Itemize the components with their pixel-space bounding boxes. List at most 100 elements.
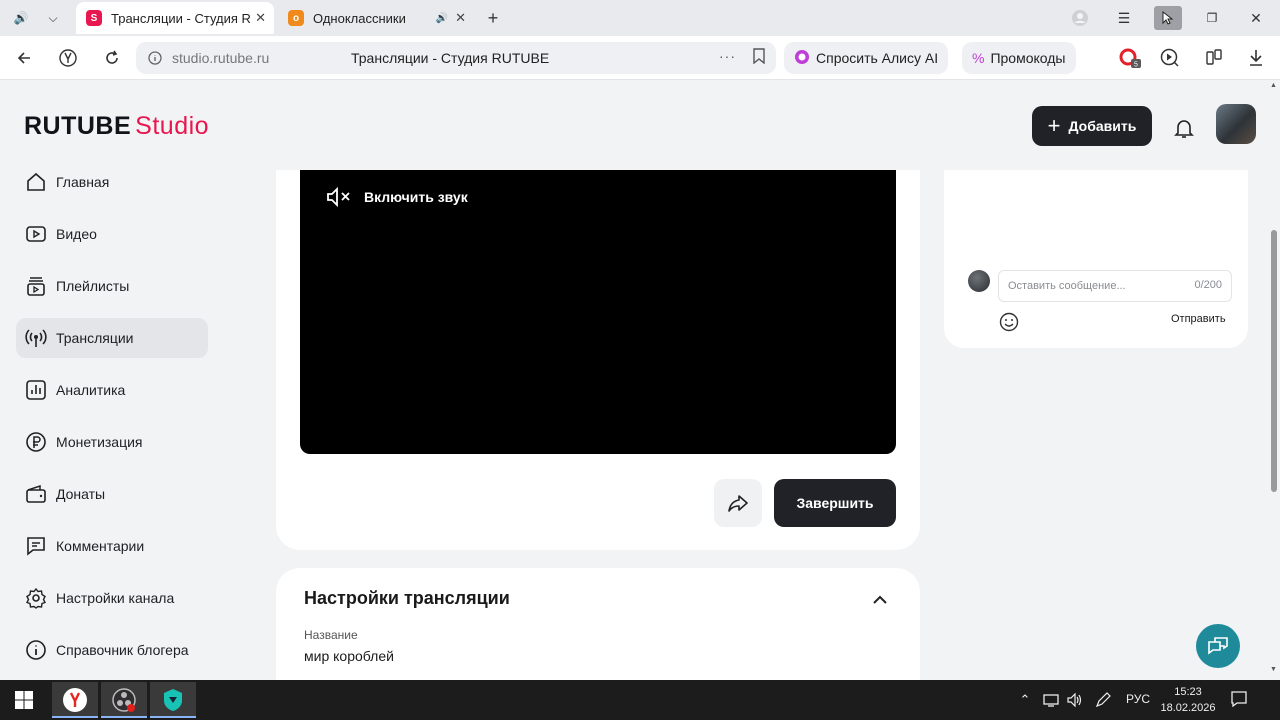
sidebar-item-channel-settings[interactable]: Настройки канала [16, 578, 208, 618]
yandex-icon[interactable] [56, 46, 80, 70]
video-icon [24, 222, 48, 246]
media-player-icon[interactable] [1158, 46, 1182, 70]
unmute-button[interactable]: Включить звук [326, 186, 468, 208]
promo-label: Промокоды [990, 50, 1066, 66]
send-button[interactable]: Отправить [1171, 313, 1226, 325]
tab-sound-icon[interactable]: 🔊 [436, 13, 448, 24]
mute-icon [327, 186, 350, 208]
close-tab-icon[interactable]: ✕ [255, 10, 266, 26]
share-button[interactable] [714, 479, 762, 527]
volume-icon[interactable] [1066, 691, 1084, 709]
settings-title: Настройки трансляции [304, 588, 510, 608]
home-icon [24, 170, 48, 194]
app-taskbar-icon[interactable] [150, 682, 196, 718]
sidebar-item-label: Монетизация [56, 434, 143, 450]
new-tab-icon[interactable]: + [480, 6, 506, 30]
tab-list-chevron-icon[interactable]: ⌵ [40, 6, 66, 30]
sidebar-item-broadcasts[interactable]: Трансляции [16, 318, 208, 358]
notifications-icon[interactable] [1230, 690, 1252, 710]
menu-icon[interactable]: ☰ [1110, 6, 1138, 30]
tab-title: Трансляции - Студия RUTUBE [111, 10, 251, 26]
tab-rutube-studio[interactable]: S Трансляции - Студия RUTUBE ✕ [76, 2, 274, 34]
notifications-bell-icon[interactable] [1170, 114, 1198, 142]
sidebar-item-monetization[interactable]: Монетизация [16, 422, 208, 462]
tab-odnoklassniki[interactable]: о Одноклассники 🔊 ✕ [278, 2, 474, 34]
sidebar-item-label: Настройки канала [56, 590, 175, 606]
profile-icon[interactable] [1066, 6, 1094, 30]
clock[interactable]: 15:23 18.02.2026 [1160, 684, 1216, 716]
restore-icon[interactable]: ❐ [1198, 6, 1226, 30]
share-icon [728, 495, 748, 512]
sidebar-item-label: Комментарии [56, 538, 145, 554]
minimize-icon[interactable] [1154, 6, 1182, 30]
broadcast-player-card: Включить звук Завершить [276, 170, 920, 550]
sidebar-item-home[interactable]: Главная [16, 162, 208, 202]
chat-char-counter: 0/200 [1194, 279, 1222, 291]
gear-icon [24, 586, 48, 610]
sidebar-item-playlists[interactable]: Плейлисты [16, 266, 208, 306]
ask-alice-button[interactable]: Спросить Алису AI [784, 42, 949, 74]
promo-button[interactable]: % Промокоды [962, 42, 1076, 74]
scroll-up-icon[interactable]: ▲ [1270, 82, 1277, 89]
browser-tabstrip: 🔊 ⌵ S Трансляции - Студия RUTUBE ✕ о Одн… [0, 0, 1280, 36]
finish-broadcast-button[interactable]: Завершить [774, 479, 896, 527]
scroll-down-icon[interactable]: ▼ [1270, 666, 1277, 673]
sidebar-item-comments[interactable]: Комментарии [16, 526, 208, 566]
sidebar-item-blogger-guide[interactable]: Справочник блогера [16, 630, 208, 670]
broadcast-icon [24, 326, 48, 350]
rutube-studio-logo[interactable]: RUTUBE Studio [24, 112, 209, 141]
sidebar-item-label: Трансляции [56, 330, 134, 346]
ask-alice-label: Спросить Алису AI [816, 50, 939, 66]
page-scrollbar[interactable]: ▲ ▼ [1268, 80, 1280, 680]
reload-icon[interactable] [100, 46, 124, 70]
chevron-up-icon[interactable] [868, 588, 892, 612]
sidebar-item-donations[interactable]: Донаты [16, 474, 208, 514]
sidebar-item-analytics[interactable]: Аналитика [16, 370, 208, 410]
rutube-favicon-icon: S [86, 10, 102, 26]
active-indicator [150, 716, 196, 718]
ruble-icon [24, 430, 48, 454]
tray-expand-icon[interactable]: ⌃ [1016, 691, 1034, 709]
emoji-icon[interactable] [998, 311, 1020, 333]
alice-icon [794, 49, 810, 68]
sidebar-item-label: Главная [56, 174, 110, 190]
info-icon [24, 638, 48, 662]
sidebar-item-video[interactable]: Видео [16, 214, 208, 254]
omnibox[interactable]: studio.rutube.ru Трансляции - Студия RUT… [136, 42, 776, 74]
finish-label: Завершить [796, 495, 874, 511]
more-icon[interactable]: ··· [719, 48, 736, 64]
sidebar-item-label: Справочник блогера [56, 642, 189, 658]
language-indicator[interactable]: РУС [1126, 692, 1150, 706]
downloads-icon[interactable] [1244, 46, 1268, 70]
active-indicator [52, 716, 98, 718]
chat-message-input[interactable]: Оставить сообщение... 0/200 [998, 270, 1232, 302]
opera-extension-icon[interactable]: 5 [1118, 46, 1142, 70]
scroll-thumb[interactable] [1271, 230, 1277, 492]
windows-start-icon[interactable] [0, 680, 48, 720]
unmute-label: Включить звук [364, 189, 468, 205]
name-field-value[interactable]: мир короблей [304, 648, 394, 664]
user-avatar[interactable] [1216, 104, 1256, 144]
yandex-browser-taskbar-icon[interactable] [52, 682, 98, 718]
address-bar-row: studio.rutube.ru Трансляции - Студия RUT… [0, 36, 1280, 80]
site-info-icon[interactable] [146, 49, 164, 67]
url-text: studio.rutube.ru [172, 50, 270, 66]
video-player[interactable]: Включить звук [300, 170, 896, 454]
tab-audio-icon[interactable]: 🔊 [8, 6, 34, 30]
add-button[interactable]: + Добавить [1032, 106, 1152, 146]
clock-date: 18.02.2026 [1160, 702, 1216, 714]
bookmark-icon[interactable] [752, 48, 766, 67]
chat-placeholder: Оставить сообщение... [1008, 280, 1126, 292]
close-window-icon[interactable]: ✕ [1242, 6, 1270, 30]
close-tab-icon[interactable]: ✕ [455, 10, 466, 26]
active-indicator [101, 716, 147, 718]
extensions-icon[interactable] [1202, 46, 1226, 70]
support-chat-button[interactable] [1196, 624, 1240, 668]
pen-icon[interactable] [1094, 691, 1112, 709]
network-icon[interactable] [1042, 691, 1060, 709]
tab-title: Одноклассники [313, 10, 406, 26]
obs-taskbar-icon[interactable] [101, 682, 147, 718]
back-icon[interactable] [12, 46, 36, 70]
extension-badge-count: 5 [1134, 62, 1138, 69]
name-field-label: Название [304, 628, 358, 642]
